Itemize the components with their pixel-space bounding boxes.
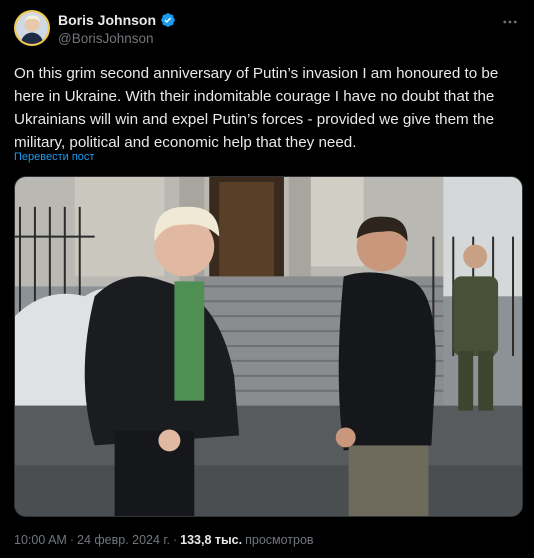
author-handle[interactable]: @BorisJohnson (58, 31, 154, 46)
tweet-meta: 10:00 AM · 24 февр. 2024 г. · 133,8 тыс.… (14, 533, 314, 547)
tweet-header: Boris Johnson @BorisJohnson (14, 10, 524, 50)
avatar[interactable] (14, 10, 50, 46)
views-label: просмотров (245, 533, 314, 547)
tweet-text: On this grim second anniversary of Putin… (14, 65, 499, 151)
author-display-name[interactable]: Boris Johnson (58, 12, 156, 28)
verified-badge-icon[interactable] (160, 12, 176, 28)
tweet-photo[interactable] (14, 176, 523, 517)
tweet-date[interactable]: 24 февр. 2024 г. (77, 533, 170, 547)
avatar-image (16, 12, 48, 44)
translate-post-link[interactable]: Перевести пост (14, 151, 94, 163)
meta-separator: · (69, 533, 74, 547)
meta-separator: · (172, 533, 178, 547)
photo-image (15, 177, 522, 516)
more-options-icon[interactable] (500, 12, 520, 32)
tweet-time[interactable]: 10:00 AM (14, 533, 67, 547)
views-count: 133,8 тыс. (180, 533, 243, 547)
